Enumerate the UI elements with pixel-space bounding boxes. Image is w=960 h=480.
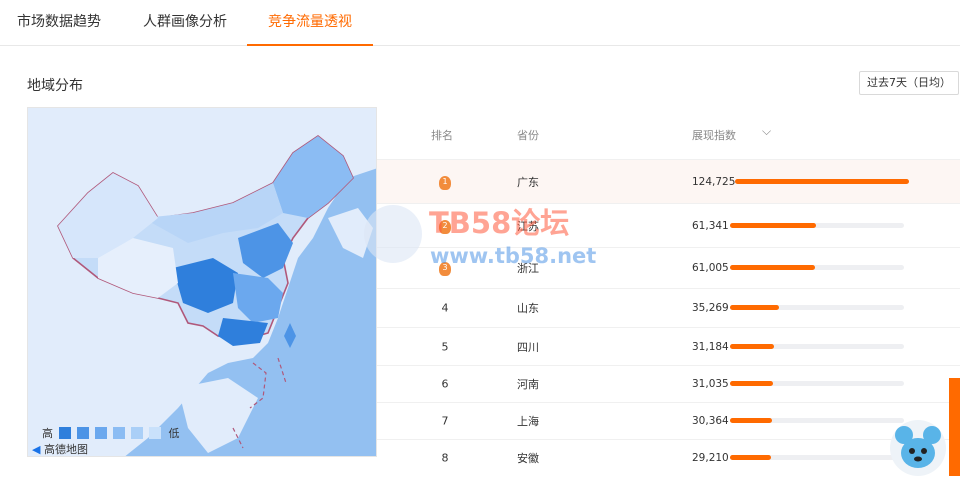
index-bar-fill bbox=[730, 381, 773, 386]
province-name: 浙江 bbox=[517, 262, 539, 275]
header-rank: 排名 bbox=[431, 129, 453, 142]
period-select[interactable]: 过去7天（日均） bbox=[859, 71, 959, 95]
index-bar-track bbox=[730, 343, 904, 349]
medal-icon: 2 bbox=[439, 219, 451, 234]
index-bar-fill bbox=[730, 343, 774, 349]
legend-swatch bbox=[131, 427, 143, 439]
sort-chevron-down-icon[interactable]: ⌵ bbox=[762, 124, 771, 139]
section-title: 地域分布 bbox=[27, 78, 83, 94]
index-value: 29,210 bbox=[692, 452, 729, 464]
index-bar-fill bbox=[730, 455, 771, 460]
table-row[interactable]: 4 山东 35,269 bbox=[377, 288, 960, 327]
amap-logo-text: 高德地图 bbox=[43, 443, 88, 456]
rank-medal-icon: 1 bbox=[437, 174, 453, 190]
rank-number: 5 bbox=[441, 340, 449, 353]
table-row[interactable]: 6 河南 31,035 bbox=[377, 365, 960, 402]
legend-swatch bbox=[113, 427, 125, 439]
index-bar-fill bbox=[730, 222, 816, 228]
index-bar-track bbox=[730, 305, 904, 310]
rank-number: 8 bbox=[441, 451, 449, 465]
mascot-icon[interactable] bbox=[888, 413, 948, 476]
index-bar-fill bbox=[730, 305, 779, 310]
southeast-asia-land bbox=[178, 378, 258, 453]
tab-audience-profile[interactable]: 人群画像分析 bbox=[143, 0, 227, 46]
rank-number: 6 bbox=[441, 377, 449, 391]
index-value: 61,341 bbox=[692, 219, 729, 232]
side-feedback-tab[interactable] bbox=[949, 378, 960, 476]
tab-competition-traffic[interactable]: 竞争流量透视 bbox=[247, 0, 373, 46]
amap-arrow-icon: ◀ bbox=[32, 443, 41, 456]
header-province: 省份 bbox=[517, 129, 539, 142]
header-value[interactable]: 展现指数 bbox=[692, 127, 736, 143]
table-row[interactable]: 5 四川 31,184 bbox=[377, 327, 960, 365]
table-row[interactable]: 7 上海 30,364 bbox=[377, 402, 960, 439]
index-bar-fill bbox=[730, 418, 772, 423]
legend-swatch bbox=[59, 427, 71, 439]
rank-number: 7 bbox=[441, 414, 449, 428]
province-name: 上海 bbox=[517, 415, 539, 428]
legend-low-label: 低 bbox=[168, 427, 180, 440]
province-name: 广东 bbox=[517, 175, 539, 189]
japan-land bbox=[328, 208, 373, 258]
legend-swatch bbox=[77, 427, 89, 439]
rank-medal-icon: 2 bbox=[437, 218, 453, 234]
index-value: 124,725 bbox=[692, 175, 736, 188]
taiwan-region bbox=[284, 323, 296, 348]
region-map[interactable]: 高 低 ◀ 高德地图 bbox=[27, 107, 377, 457]
index-bar-track bbox=[730, 265, 904, 270]
index-bar-track bbox=[730, 418, 904, 423]
index-value: 35,269 bbox=[692, 302, 729, 314]
province-name: 四川 bbox=[517, 340, 539, 354]
medal-icon: 3 bbox=[439, 262, 451, 276]
index-bar-track bbox=[735, 178, 909, 184]
index-value: 30,364 bbox=[692, 415, 729, 427]
china-map-svg bbox=[28, 108, 376, 456]
province-name: 江苏 bbox=[517, 219, 539, 233]
index-bar-track bbox=[730, 222, 904, 228]
index-bar-track bbox=[730, 381, 904, 386]
table-header: 排名 省份 展现指数 ⌵ bbox=[377, 107, 960, 159]
table-row[interactable]: 3 浙江 61,005 bbox=[377, 247, 960, 288]
province-name: 安徽 bbox=[517, 452, 539, 465]
table-row[interactable]: 8 安徽 29,210 bbox=[377, 439, 960, 476]
index-value: 31,035 bbox=[692, 378, 729, 390]
tab-bar: 市场数据趋势 人群画像分析 竞争流量透视 bbox=[0, 0, 960, 46]
index-value: 31,184 bbox=[692, 340, 729, 353]
region-ranking-table: 排名 省份 展现指数 ⌵ 1 广东 124,725 2 江苏 61,341 3 浙江 61,00… bbox=[377, 107, 960, 476]
table-row[interactable]: 1 广东 124,725 bbox=[377, 159, 960, 203]
table-row[interactable]: 2 江苏 61,341 bbox=[377, 203, 960, 247]
map-legend: 高 低 bbox=[42, 425, 180, 441]
index-bar-track bbox=[730, 455, 904, 460]
index-value: 61,005 bbox=[692, 262, 729, 274]
amap-logo: ◀ 高德地图 bbox=[32, 441, 88, 456]
medal-icon: 1 bbox=[439, 175, 451, 190]
rank-medal-icon: 3 bbox=[437, 260, 453, 276]
legend-swatch bbox=[149, 427, 161, 439]
index-bar-fill bbox=[735, 178, 909, 184]
legend-swatch bbox=[95, 427, 107, 439]
province-name: 山东 bbox=[517, 302, 539, 315]
province-name: 河南 bbox=[517, 378, 539, 391]
legend-high-label: 高 bbox=[42, 427, 53, 440]
index-bar-fill bbox=[730, 265, 815, 270]
tab-market-trend[interactable]: 市场数据趋势 bbox=[17, 0, 101, 46]
rank-number: 4 bbox=[441, 301, 449, 315]
